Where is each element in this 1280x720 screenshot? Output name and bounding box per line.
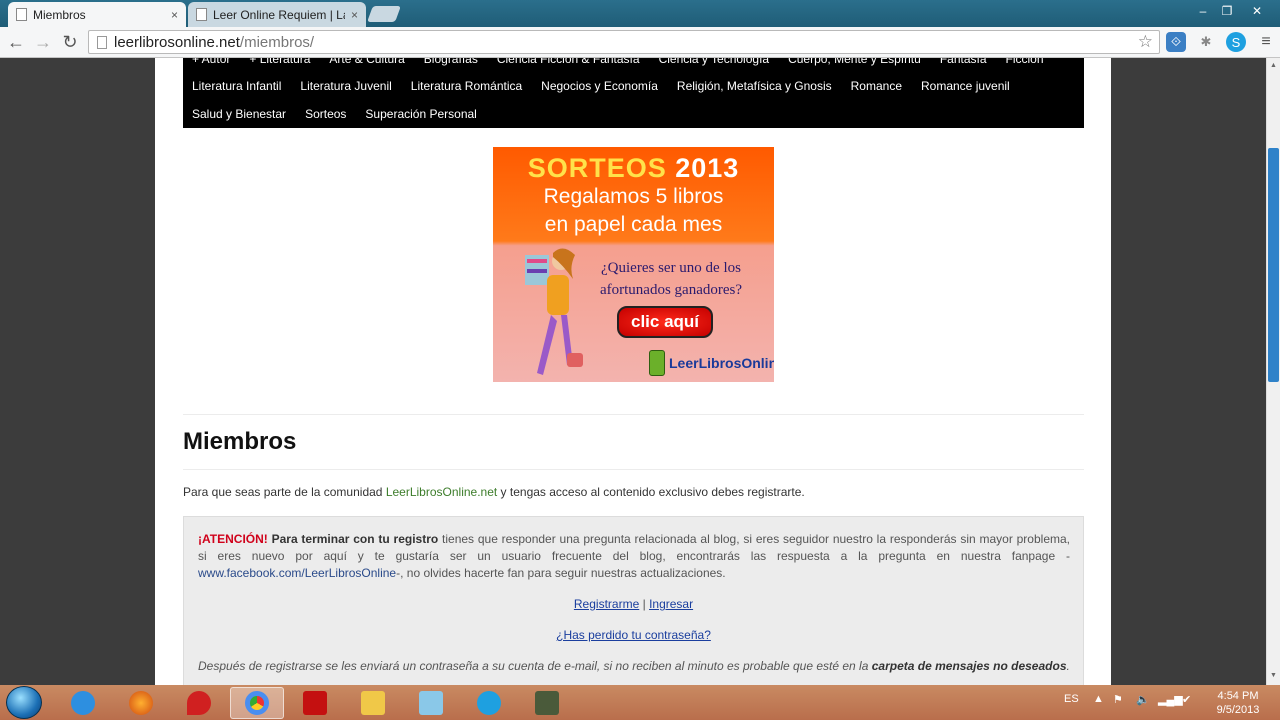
- close-tab-icon[interactable]: ×: [351, 8, 358, 22]
- skype-taskbar-icon[interactable]: [462, 687, 516, 719]
- network-alert-icon[interactable]: ⚑: [1113, 693, 1123, 706]
- new-tab-button[interactable]: [367, 6, 401, 22]
- nav-row: Salud y Bienestar Sorteos Superación Perso…: [192, 107, 477, 121]
- address-bar[interactable]: leerlibrosonline.net/miembros/ ☆: [88, 30, 1160, 54]
- signal-icon[interactable]: ▂▄▆: [1158, 693, 1183, 706]
- divider: [183, 469, 1084, 470]
- reload-icon[interactable]: ↻: [59, 31, 81, 53]
- page-icon: [16, 8, 27, 21]
- chrome-icon[interactable]: [230, 687, 284, 719]
- attention-paragraph: ¡ATENCIÓN! Para terminar con tu registro…: [198, 532, 1070, 580]
- nav-item[interactable]: Ciencia y Tecnología: [659, 58, 770, 66]
- banner-brand: LeerLibrosOnline.es: [649, 350, 774, 376]
- community-link[interactable]: LeerLibrosOnline.net: [386, 485, 497, 499]
- nav-item[interactable]: Religión, Metafísica y Gnosis: [677, 79, 832, 93]
- back-icon[interactable]: ←: [5, 31, 27, 53]
- explorer-folder-icon[interactable]: [346, 687, 400, 719]
- pin-icon[interactable]: [172, 687, 226, 719]
- url-text: leerlibrosonline.net/miembros/: [114, 33, 315, 51]
- page-viewport: + Autor + Literatura Arte & Cultura Biograf…: [0, 58, 1266, 685]
- restore-button[interactable]: ❐: [1214, 2, 1240, 20]
- tab-miembros[interactable]: Miembros ×: [8, 2, 186, 27]
- nav-item[interactable]: Romance juvenil: [921, 79, 1010, 93]
- scrollbar-thumb[interactable]: [1268, 148, 1279, 382]
- skype-icon[interactable]: S: [1226, 32, 1246, 52]
- nav-item[interactable]: Biografías: [424, 58, 478, 66]
- close-window-button[interactable]: ✕: [1244, 2, 1270, 20]
- update-icon[interactable]: ✔: [1182, 693, 1191, 706]
- nav-row: Literatura Infantil Literatura Juvenil Lit…: [192, 79, 1010, 93]
- nav-item[interactable]: Ficción: [1006, 58, 1044, 66]
- app-icon[interactable]: [404, 687, 458, 719]
- page-title: Miembros: [183, 428, 297, 455]
- nav-item[interactable]: Sorteos: [305, 107, 346, 121]
- brand-label: LeerLibrosOnline.es: [669, 355, 774, 371]
- system-clock[interactable]: 4:54 PM 9/5/2013: [1208, 689, 1268, 717]
- lost-password: ¿Has perdido tu contraseña?: [184, 628, 1083, 642]
- windows-taskbar: [0, 685, 1280, 720]
- nav-item[interactable]: Literatura Juvenil: [300, 79, 391, 93]
- star-icon[interactable]: ☆: [1138, 32, 1153, 52]
- nav-item[interactable]: Literatura Infantil: [192, 79, 281, 93]
- show-hidden-icons[interactable]: ▲: [1093, 693, 1104, 705]
- auth-links: Registrarme | Ingresar: [573, 597, 694, 611]
- attention-label: ¡ATENCIÓN!: [198, 532, 268, 546]
- facebook-link[interactable]: www.facebook.com/LeerLibrosOnline: [198, 566, 396, 580]
- divider: [183, 414, 1084, 415]
- extension-icon[interactable]: ⟐: [1166, 32, 1186, 52]
- girl-illustration: [525, 248, 583, 375]
- acrobat-icon[interactable]: [288, 687, 342, 719]
- banner-line: en papel cada mes: [544, 213, 723, 236]
- start-button[interactable]: [6, 686, 42, 719]
- clic-aqui-button[interactable]: clic aquí: [617, 306, 713, 338]
- internet-explorer-icon[interactable]: [56, 687, 110, 719]
- forward-icon[interactable]: →: [32, 31, 54, 53]
- nav-item[interactable]: Superación Personal: [365, 107, 476, 121]
- nav-item[interactable]: Cuerpo, Mente y Espíritu: [788, 58, 921, 66]
- browser-titlebar: Miembros × Leer Online Requiem | Lau × –…: [0, 0, 1280, 27]
- language-indicator[interactable]: ES: [1064, 693, 1079, 705]
- sorteos-banner[interactable]: SORTEOS 2013 Regalamos 5 libros en papel…: [493, 147, 774, 382]
- tab-title: Miembros: [33, 7, 86, 22]
- close-tab-icon[interactable]: ×: [171, 8, 178, 22]
- email-note: Después de registrarse se les enviará un…: [198, 659, 1070, 673]
- banner-question: ¿Quieres ser uno de los: [601, 260, 741, 276]
- tab-leer-online[interactable]: Leer Online Requiem | Lau ×: [188, 2, 366, 27]
- banner-line: Regalamos 5 libros: [543, 185, 724, 208]
- firefox-icon[interactable]: [114, 687, 168, 719]
- page-icon: [196, 8, 207, 21]
- banner-headline: SORTEOS 2013: [527, 153, 740, 183]
- nav-item[interactable]: Fantasía: [940, 58, 987, 66]
- lost-password-link[interactable]: ¿Has perdido tu contraseña?: [556, 628, 711, 642]
- minimize-button[interactable]: –: [1190, 2, 1216, 20]
- intro-text: Para que seas parte de la comunidad Leer…: [183, 485, 805, 499]
- banner-question: afortunados ganadores?: [599, 282, 743, 298]
- nav-item[interactable]: Ciencia Ficción & Fantasía: [497, 58, 640, 66]
- browser-toolbar: ← → ↻ leerlibrosonline.net/miembros/ ☆ ⟐…: [0, 27, 1280, 58]
- nav-item[interactable]: Romance: [851, 79, 902, 93]
- login-link[interactable]: Ingresar: [649, 597, 693, 611]
- nav-item[interactable]: + Autor: [192, 58, 230, 66]
- recorder-icon[interactable]: [520, 687, 574, 719]
- scroll-up-icon[interactable]: ▲: [1268, 62, 1279, 72]
- register-link[interactable]: Registrarme: [574, 597, 639, 611]
- settings-icon[interactable]: ✱: [1196, 32, 1216, 52]
- registration-notice: ¡ATENCIÓN! Para terminar con tu registro…: [183, 516, 1084, 685]
- page-icon: [97, 35, 107, 49]
- scroll-down-icon[interactable]: ▼: [1268, 672, 1279, 682]
- nav-item[interactable]: + Literatura: [249, 58, 310, 66]
- volume-icon[interactable]: 🔈: [1136, 693, 1150, 706]
- page-content: + Autor + Literatura Arte & Cultura Biograf…: [155, 58, 1111, 685]
- nav-item[interactable]: Negocios y Economía: [541, 79, 658, 93]
- nav-item[interactable]: Arte & Cultura: [329, 58, 404, 66]
- tab-title: Leer Online Requiem | Lau: [213, 7, 345, 22]
- nav-item[interactable]: Salud y Bienestar: [192, 107, 286, 121]
- category-nav: + Autor + Literatura Arte & Cultura Biograf…: [183, 58, 1084, 128]
- book-mascot-icon: [649, 350, 665, 376]
- nav-row: + Autor + Literatura Arte & Cultura Biograf…: [192, 58, 1044, 66]
- nav-item[interactable]: Literatura Romántica: [411, 79, 522, 93]
- menu-icon[interactable]: ≡: [1256, 32, 1276, 52]
